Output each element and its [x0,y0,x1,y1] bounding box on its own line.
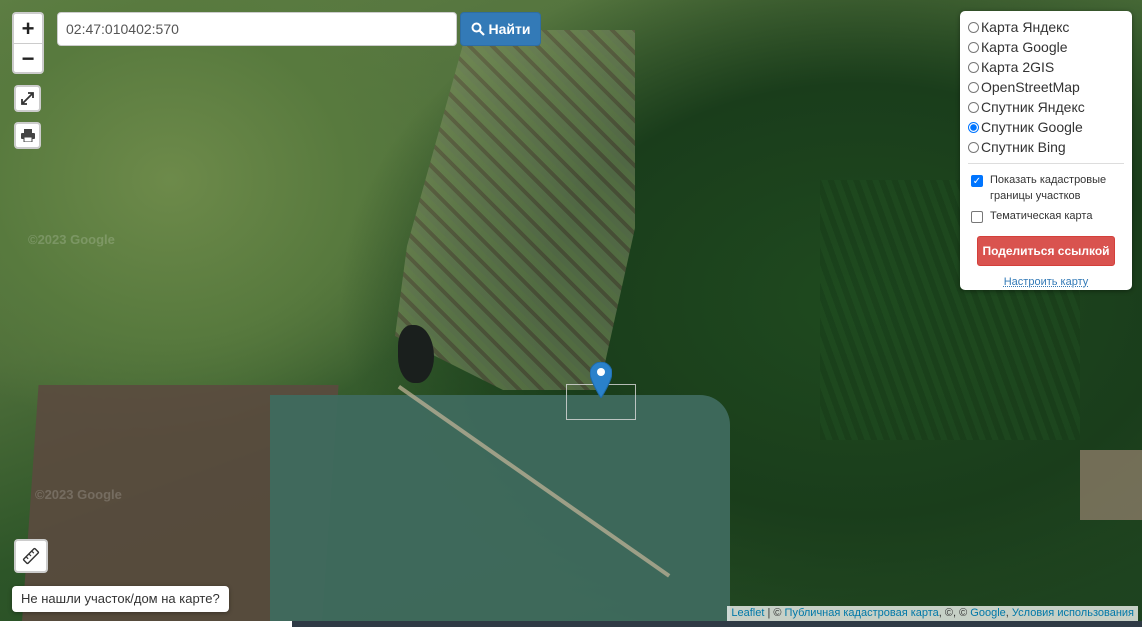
attribution-separator: | © [764,607,785,619]
checkbox-label: Тематическая карта [990,210,1093,222]
layer-option-yandex-satellite[interactable]: Спутник Яндекс [968,97,1124,117]
layer-option-openstreetmap[interactable]: OpenStreetMap [968,77,1124,97]
layer-label: Карта 2GIS [981,59,1055,75]
measure-button[interactable] [14,539,48,573]
layer-option-bing-satellite[interactable]: Спутник Bing [968,137,1124,157]
layer-label: Спутник Google [981,119,1083,135]
layer-label: Карта Google [981,39,1068,55]
village-area [395,30,635,390]
share-link-button[interactable]: Поделиться ссылкой [977,236,1115,266]
zoom-in-button[interactable]: + [14,14,42,44]
cadastral-boundaries-toggle[interactable]: ✓ Показать кадастровые границы участков [968,172,1124,204]
leaflet-link[interactable]: Leaflet [731,607,764,619]
layer-label: OpenStreetMap [981,79,1080,95]
page-bottom-dark-strip [292,621,1142,627]
radio-button[interactable] [968,101,979,113]
checkbox-label: Показать кадастровые границы участков [990,174,1107,202]
map-attribution: Leaflet | © Публичная кадастровая карта,… [727,606,1138,621]
radio-button[interactable] [968,81,979,93]
layer-label: Спутник Яндекс [981,99,1085,115]
cadastre-link[interactable]: Публичная кадастровая карта [785,607,939,619]
clearing-area [1080,450,1142,520]
zoom-out-button[interactable]: − [14,44,42,73]
divider [968,163,1124,164]
search-button[interactable]: Найти [460,12,541,46]
cadastral-search-input[interactable] [57,12,457,46]
layer-option-yandex-map[interactable]: Карта Яндекс [968,17,1124,37]
search-icon [471,22,485,36]
layer-option-google-satellite[interactable]: Спутник Google [968,117,1124,137]
fullscreen-button[interactable] [14,85,41,112]
google-link[interactable]: Google [970,607,1005,619]
radio-button[interactable] [968,21,979,33]
radio-button[interactable] [968,141,979,153]
layer-label: Карта Яндекс [981,19,1070,35]
thematic-map-toggle[interactable]: Тематическая карта [968,208,1124,224]
printer-icon [20,129,35,142]
terms-link[interactable]: Условия использования [1012,607,1134,619]
layer-label: Спутник Bing [981,139,1066,155]
map-watermark: ©2023 Google [35,487,122,502]
attribution-separator: , ©, © [938,607,971,619]
zoom-control: + − [12,12,44,74]
radio-button[interactable] [968,41,979,53]
radio-button[interactable] [968,61,979,73]
search-button-label: Найти [488,21,531,37]
ruler-icon [22,547,40,565]
map-watermark: ©2023 Google [28,232,115,247]
not-found-button[interactable]: Не нашли участок/дом на карте? [12,586,229,612]
radio-button-selected[interactable] [968,121,979,133]
expand-icon [21,92,34,105]
layer-option-2gis-map[interactable]: Карта 2GIS [968,57,1124,77]
print-button[interactable] [14,122,41,149]
checkbox[interactable] [971,211,983,223]
layer-switcher: Карта Яндекс Карта Google Карта 2GIS Ope… [960,11,1132,290]
layer-option-google-map[interactable]: Карта Google [968,37,1124,57]
map-marker-icon[interactable] [590,362,612,398]
configure-map-link[interactable]: Настроить карту [968,276,1124,288]
field-area [270,395,730,627]
checkbox-checked[interactable]: ✓ [971,175,983,187]
